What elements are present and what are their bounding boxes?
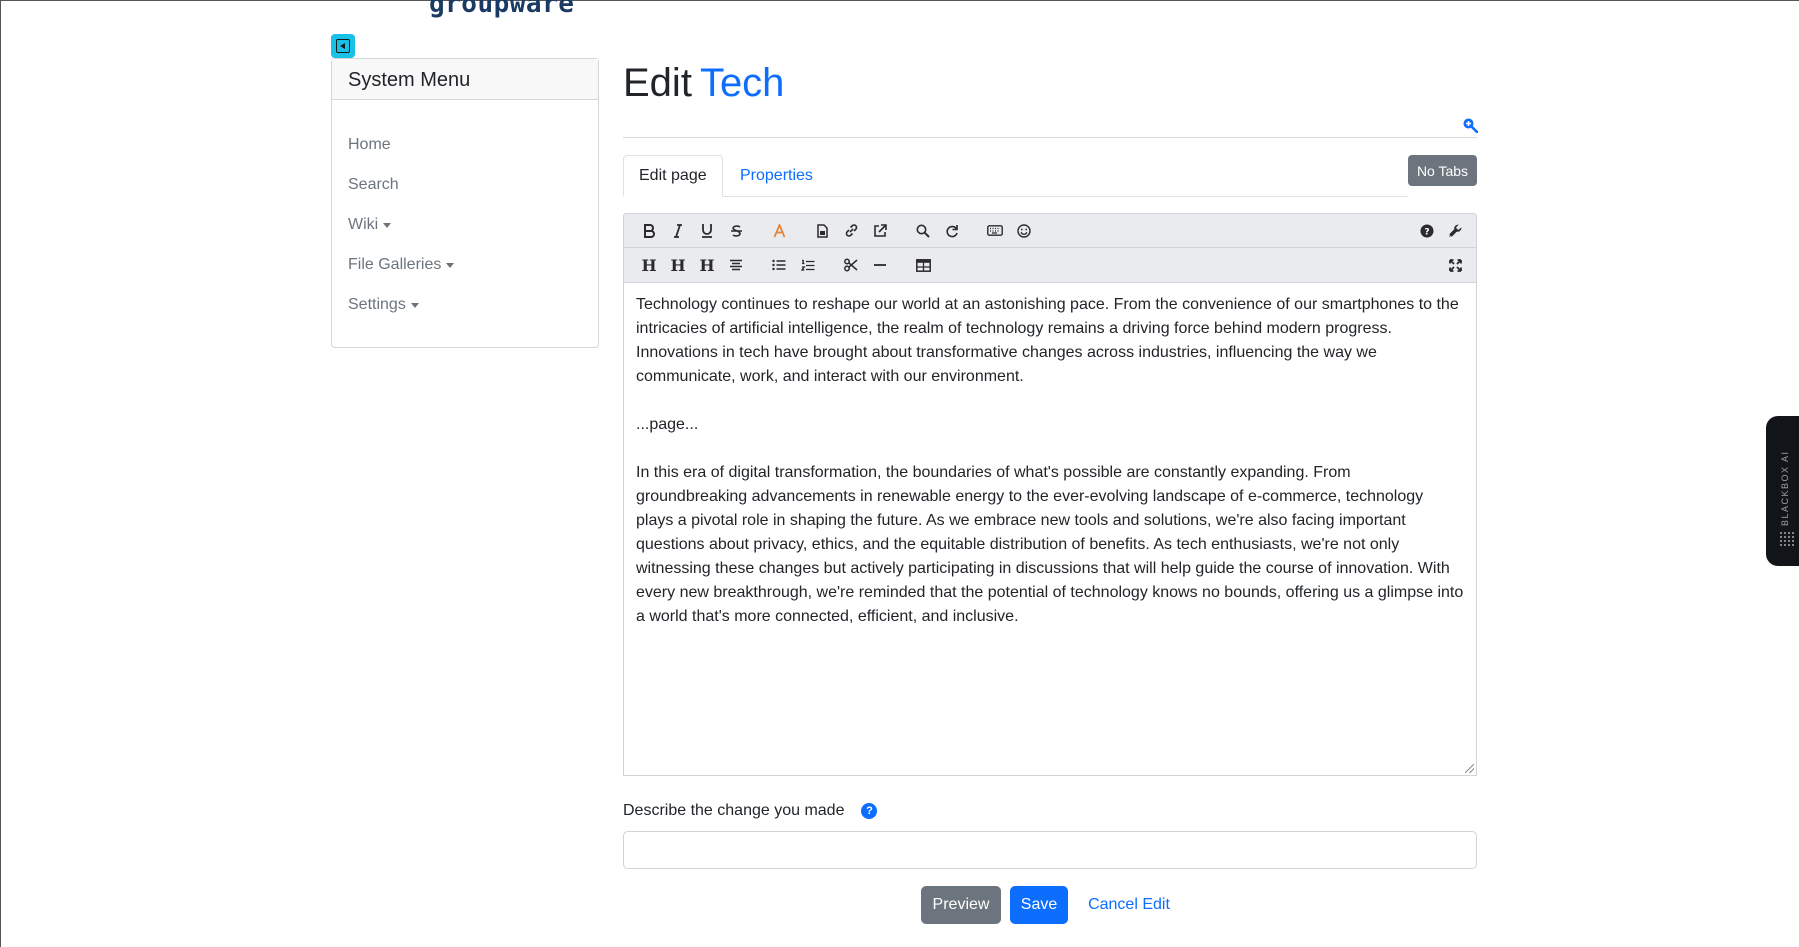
find-icon[interactable] — [910, 219, 936, 243]
smiley-icon[interactable] — [1011, 219, 1037, 243]
help-icon[interactable]: ? — [1414, 219, 1440, 243]
system-menu: System Menu Home Search Wiki File Galler… — [331, 58, 599, 348]
heading2-icon[interactable]: H — [665, 253, 691, 277]
external-link-icon[interactable] — [867, 219, 893, 243]
sidebar-item-label: Wiki — [348, 216, 379, 233]
underline-icon[interactable] — [694, 219, 720, 243]
horizontal-rule-icon[interactable] — [867, 253, 893, 277]
editor-toolbar-row-1: ? — [623, 213, 1477, 248]
blackbox-ai-label: BLACKBOX AI — [1780, 450, 1790, 526]
sidebar-item-search[interactable]: Search — [332, 165, 598, 205]
no-tabs-button[interactable]: No Tabs — [1408, 155, 1477, 186]
sidebar-item-label: Settings — [348, 296, 406, 313]
caret-down-icon — [383, 222, 392, 228]
system-menu-title: System Menu — [332, 59, 598, 100]
sidebar-item-file-galleries[interactable]: File Galleries — [332, 245, 598, 285]
sidebar-item-settings[interactable]: Settings — [332, 285, 598, 325]
describe-change-input[interactable] — [623, 831, 1477, 869]
svg-text:?: ? — [1424, 228, 1429, 238]
help-badge-icon[interactable]: ? — [861, 803, 878, 819]
table-icon[interactable] — [910, 253, 936, 277]
preview-button[interactable]: Preview — [921, 886, 1001, 924]
sidebar-item-wiki[interactable]: Wiki — [332, 205, 598, 245]
caret-down-icon — [446, 262, 455, 268]
link-icon[interactable] — [838, 219, 864, 243]
page-title: Edit Tech — [623, 61, 784, 106]
collapse-left-icon — [336, 39, 350, 53]
bold-icon[interactable] — [636, 219, 662, 243]
file-icon[interactable] — [809, 219, 835, 243]
describe-change-text: Describe the change you made — [623, 802, 845, 819]
tab-edit-page[interactable]: Edit page — [623, 155, 723, 197]
blackbox-dots-icon — [1779, 531, 1795, 547]
redo-icon[interactable] — [939, 219, 965, 243]
numbered-list-icon[interactable] — [795, 253, 821, 277]
sidebar-item-home[interactable]: Home — [332, 125, 598, 165]
bullet-list-icon[interactable] — [766, 253, 792, 277]
edit-tabs: Edit page Properties — [623, 155, 1408, 197]
keyboard-icon[interactable] — [982, 219, 1008, 243]
cancel-edit-link[interactable]: Cancel Edit — [1077, 886, 1181, 924]
align-center-icon[interactable] — [723, 253, 749, 277]
text-color-icon[interactable] — [766, 219, 792, 243]
system-menu-list: Home Search Wiki File Galleries Settings — [332, 100, 598, 325]
page-title-prefix: Edit — [623, 61, 692, 105]
tab-properties[interactable]: Properties — [725, 155, 828, 197]
sidebar-item-label: Home — [348, 136, 391, 153]
sidebar-toggle-button[interactable] — [331, 34, 355, 58]
wrench-icon[interactable] — [1442, 219, 1468, 243]
cut-icon[interactable] — [838, 253, 864, 277]
zoom-in-icon[interactable] — [1462, 117, 1478, 133]
page-title-name: Tech — [699, 61, 785, 105]
wiki-content-editor[interactable]: Technology continues to reshape our worl… — [623, 283, 1477, 776]
sidebar-item-label: Search — [348, 176, 399, 193]
editor-toolbar-row-2: H H H — [623, 248, 1477, 283]
heading3-icon[interactable]: H — [694, 253, 720, 277]
heading1-icon[interactable]: H — [636, 253, 662, 277]
editor-paragraph: Technology continues to reshape our worl… — [636, 296, 1459, 385]
editor-paragraph: In this era of digital transformation, t… — [636, 464, 1464, 625]
site-logo: groupware — [429, 0, 575, 19]
sidebar-item-label: File Galleries — [348, 256, 442, 273]
title-divider — [623, 137, 1477, 138]
blackbox-ai-side-tab[interactable]: BLACKBOX AI — [1766, 416, 1799, 566]
italic-icon[interactable] — [665, 219, 691, 243]
editor-paragraph: ...page... — [636, 416, 699, 433]
describe-change-label: Describe the change you made ? — [623, 802, 878, 820]
save-button[interactable]: Save — [1010, 886, 1068, 924]
resize-handle-icon[interactable] — [1465, 764, 1474, 773]
caret-down-icon — [410, 302, 419, 308]
fullscreen-icon[interactable] — [1442, 253, 1468, 277]
strikethrough-icon[interactable] — [723, 219, 749, 243]
